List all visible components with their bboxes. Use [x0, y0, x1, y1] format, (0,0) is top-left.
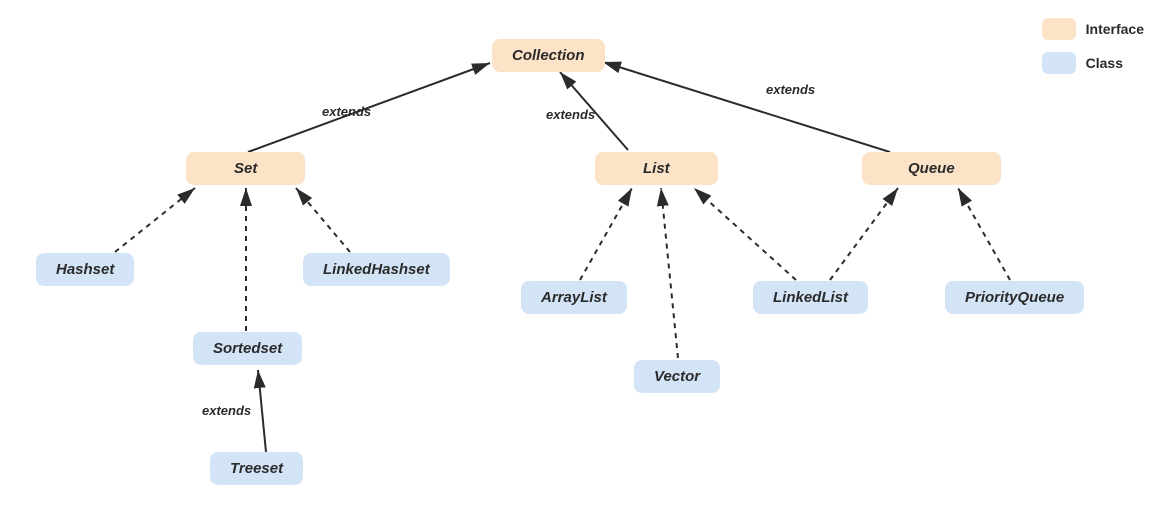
node-linkedlist: LinkedList	[753, 281, 868, 314]
node-treeset: Treeset	[210, 452, 303, 485]
node-queue: Queue	[862, 152, 1001, 185]
edge-label-sortedset-extends: extends	[202, 403, 251, 418]
legend-label-class: Class	[1086, 55, 1123, 71]
legend-label-interface: Interface	[1086, 21, 1144, 37]
diagram-edges	[0, 0, 1162, 524]
node-hashset: Hashset	[36, 253, 134, 286]
legend: Interface Class	[1042, 18, 1144, 74]
node-collection: Collection	[492, 39, 605, 72]
edge-label-queue-extends: extends	[766, 82, 815, 97]
edge-label-list-extends: extends	[546, 107, 595, 122]
legend-swatch-class	[1042, 52, 1076, 74]
node-arraylist: ArrayList	[521, 281, 627, 314]
node-sortedset: Sortedset	[193, 332, 302, 365]
node-vector: Vector	[634, 360, 720, 393]
node-priorityqueue: PriorityQueue	[945, 281, 1084, 314]
node-list: List	[595, 152, 718, 185]
node-set: Set	[186, 152, 305, 185]
legend-swatch-interface	[1042, 18, 1076, 40]
node-linkedhashset: LinkedHashset	[303, 253, 450, 286]
legend-row-class: Class	[1042, 52, 1144, 74]
edge-label-set-extends: extends	[322, 104, 371, 119]
legend-row-interface: Interface	[1042, 18, 1144, 40]
